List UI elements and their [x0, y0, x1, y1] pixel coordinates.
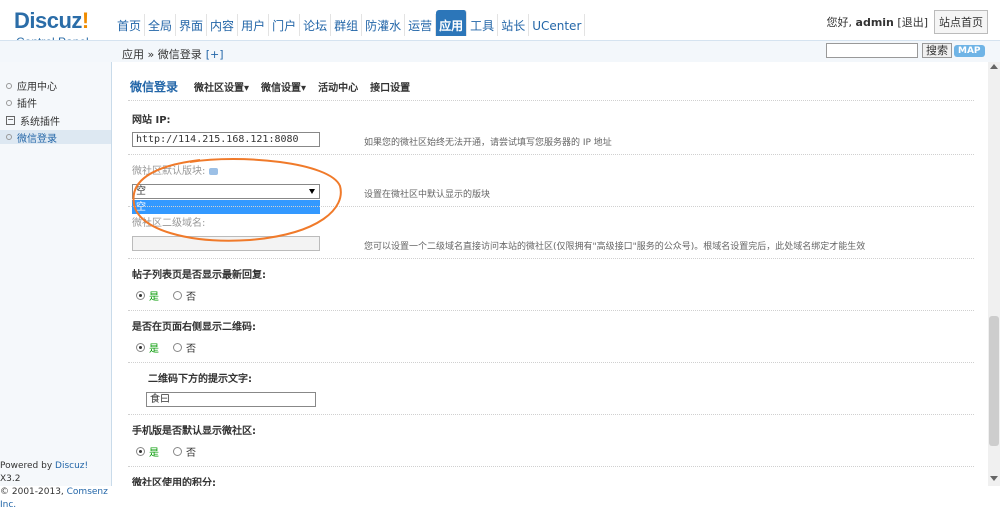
- default-block-option[interactable]: 空: [132, 200, 320, 214]
- sub-bar: 应用 » 微信登录 [+] 搜索 MAP: [0, 40, 1000, 62]
- site-ip-label: 网站 IP:: [132, 115, 171, 126]
- search-input[interactable]: [826, 43, 918, 58]
- help-icon[interactable]: [209, 167, 219, 175]
- username: admin: [855, 16, 894, 29]
- divider: [128, 310, 974, 311]
- nav-item-8[interactable]: 防灌水: [362, 14, 406, 36]
- nav-item-12[interactable]: 站长: [498, 14, 530, 36]
- sidebar-item-label: 系统插件: [20, 117, 60, 128]
- credits-label: 微社区使用的积分:: [132, 478, 216, 486]
- no-label: 否: [186, 292, 196, 303]
- site-ip-hint: 如果您的微社区始终无法开通，请尝试填写您服务器的 IP 地址: [364, 138, 612, 148]
- subdomain-label: 微社区二级域名:: [132, 218, 206, 229]
- sidebar-item-plugins[interactable]: 插件: [6, 95, 37, 110]
- site-ip-input[interactable]: http://114.215.168.121:8080: [132, 132, 320, 147]
- divider: [128, 154, 974, 155]
- tab-wechat-settings[interactable]: 微信设置▾: [261, 79, 306, 94]
- divider: [128, 362, 974, 363]
- bullet-icon: [6, 82, 12, 89]
- map-button[interactable]: MAP: [954, 45, 985, 57]
- nav-item-0[interactable]: 首页: [114, 14, 146, 36]
- nav-item-7[interactable]: 群组: [331, 14, 363, 36]
- add-shortcut-link[interactable]: [+]: [206, 48, 224, 61]
- mobile-default-label: 手机版是否默认显示微社区:: [132, 426, 256, 437]
- bullet-icon: [6, 134, 12, 140]
- divider: [128, 466, 974, 467]
- logo-text: Discuz: [14, 8, 82, 33]
- default-block-label: 微社区默认版块:: [132, 162, 219, 177]
- sidebar-item-label: 微信登录: [17, 133, 57, 145]
- discuz-link[interactable]: Discuz!: [55, 461, 88, 471]
- latest-reply-radio-group: 是 否: [136, 288, 196, 303]
- nav-item-1[interactable]: 全局: [145, 14, 177, 36]
- nav-item-11[interactable]: 工具: [467, 14, 499, 36]
- no-label: 否: [186, 448, 196, 459]
- tab-api-settings[interactable]: 接口设置: [370, 79, 410, 94]
- nav-item-3[interactable]: 内容: [207, 14, 239, 36]
- yes-label: 是: [149, 448, 159, 459]
- vertical-scrollbar[interactable]: [988, 62, 1000, 486]
- footer: Powered by Discuz! X3.2 © 2001-2013, Com…: [0, 461, 108, 510]
- main-content: 微信登录 微社区设置▾ 微信设置▾ 活动中心 接口设置 网站 IP: http:…: [114, 62, 988, 486]
- sidebar-item-app-center[interactable]: 应用中心: [6, 78, 57, 93]
- divider: [128, 258, 974, 259]
- sidebar-item-system-plugins[interactable]: − 系统插件: [6, 113, 60, 128]
- site-home-button[interactable]: 站点首页: [934, 10, 988, 34]
- latest-reply-label: 帖子列表页是否显示最新回复:: [132, 270, 266, 281]
- default-block-select[interactable]: 空: [132, 184, 320, 199]
- no-label: 否: [186, 344, 196, 355]
- logout-link[interactable]: [退出]: [897, 16, 928, 29]
- tab-community-settings[interactable]: 微社区设置▾: [194, 79, 249, 94]
- divider: [128, 100, 974, 101]
- divider: [128, 206, 974, 207]
- tab-activity-center[interactable]: 活动中心: [318, 79, 358, 94]
- breadcrumb: 应用 » 微信登录 [+]: [122, 46, 224, 62]
- nav-item-6[interactable]: 论坛: [300, 14, 332, 36]
- mobile-default-radio-group: 是 否: [136, 444, 196, 459]
- qrcode-label: 是否在页面右侧显示二维码:: [132, 322, 256, 333]
- sidebar-item-wechat-login[interactable]: 微信登录: [0, 130, 111, 145]
- search-button[interactable]: 搜索: [922, 43, 952, 58]
- collapse-icon[interactable]: −: [6, 116, 15, 125]
- scroll-thumb[interactable]: [989, 316, 999, 446]
- scroll-up-icon[interactable]: [990, 64, 998, 69]
- nav-item-4[interactable]: 用户: [238, 14, 270, 36]
- main-nav: 首页 全局 界面 内容 用户 门户 论坛 群组 防灌水 运营 应用 工具 站长 UCenter: [114, 10, 586, 38]
- nav-item-13[interactable]: UCenter: [529, 14, 586, 36]
- nav-item-5[interactable]: 门户: [269, 14, 301, 36]
- sidebar-item-label: 插件: [17, 99, 37, 110]
- subdomain-hint: 您可以设置一个二级域名直接访问本站的微社区(仅限拥有"高级接口"服务的公众号)。…: [364, 242, 866, 252]
- latest-reply-yes-radio[interactable]: [136, 291, 145, 300]
- greeting: 您好, admin [退出]: [826, 16, 928, 29]
- qrcode-radio-group: 是 否: [136, 340, 196, 355]
- scroll-down-icon[interactable]: [990, 476, 998, 481]
- chevron-down-icon: [309, 189, 315, 194]
- nav-item-10[interactable]: 应用: [436, 10, 468, 36]
- nav-item-2[interactable]: 界面: [176, 14, 208, 36]
- qrcode-text-input[interactable]: 食曰: [146, 392, 316, 407]
- yes-label: 是: [149, 292, 159, 303]
- mobile-default-no-radio[interactable]: [173, 447, 182, 456]
- qrcode-no-radio[interactable]: [173, 343, 182, 352]
- logo-exclamation: !: [81, 8, 89, 33]
- nav-item-9[interactable]: 运营: [405, 14, 437, 36]
- default-block-hint: 设置在微社区中默认显示的版块: [364, 190, 491, 200]
- yes-label: 是: [149, 344, 159, 355]
- sidebar: 应用中心 插件 − 系统插件 微信登录 Powered by Discuz! X3…: [0, 62, 112, 510]
- sidebar-item-label: 应用中心: [17, 82, 57, 93]
- breadcrumb-text: 应用 » 微信登录: [122, 48, 202, 61]
- latest-reply-no-radio[interactable]: [173, 291, 182, 300]
- tab-wechat-login[interactable]: 微信登录: [130, 78, 178, 95]
- mobile-default-yes-radio[interactable]: [136, 447, 145, 456]
- qrcode-yes-radio[interactable]: [136, 343, 145, 352]
- subdomain-input[interactable]: [132, 236, 320, 251]
- select-value: 空: [136, 186, 146, 197]
- divider: [128, 414, 974, 415]
- qrcode-text-label: 二维码下方的提示文字:: [148, 374, 252, 385]
- bullet-icon: [6, 99, 12, 106]
- tab-bar: 微信登录 微社区设置▾ 微信设置▾ 活动中心 接口设置: [130, 78, 410, 95]
- user-area: 您好, admin [退出] 站点首页: [827, 10, 988, 34]
